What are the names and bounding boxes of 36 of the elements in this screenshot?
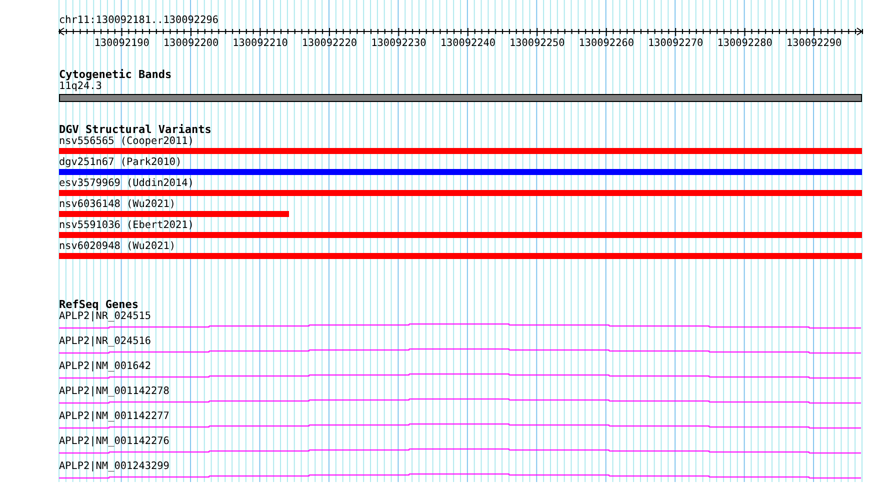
intron-line[interactable] <box>59 474 862 478</box>
variant-label: nsv5591036 (Ebert2021) <box>59 220 194 232</box>
tick-label: 130092240 <box>440 38 496 49</box>
intron-line[interactable] <box>59 398 862 404</box>
transcript-label: APLP2|NR_024515 <box>59 311 152 323</box>
tick-label: 130092290 <box>786 38 842 49</box>
intron-line[interactable] <box>59 448 862 454</box>
tick-label: 130092270 <box>648 38 704 49</box>
variant-label: nsv6036148 (Wu2021) <box>59 199 176 211</box>
tick-label: 130092220 <box>302 38 358 49</box>
variant-label: nsv556565 (Cooper2011) <box>59 136 194 148</box>
tick-label: 130092260 <box>578 38 634 49</box>
transcript-label: APLP2|NM_001142277 <box>59 411 170 423</box>
transcript-label: APLP2|NM_001142278 <box>59 386 170 398</box>
track-title: RefSeq Genes <box>59 299 138 311</box>
location-label: chr11:130092181..130092296 <box>59 15 218 27</box>
band-label: 11q24.3 <box>59 81 102 93</box>
track-title: DGV Structural Variants <box>59 124 212 136</box>
intron-line[interactable] <box>59 324 862 328</box>
intron-line[interactable] <box>59 424 862 428</box>
tick-label: 130092230 <box>371 38 426 49</box>
variant-label: esv3579969 (Uddin2014) <box>59 178 194 190</box>
variant-label: nsv6020948 (Wu2021) <box>59 241 176 253</box>
intron-line[interactable] <box>59 348 862 354</box>
tick-label: 130092280 <box>717 38 772 49</box>
transcript-label: APLP2|NM_001243299 <box>59 461 170 473</box>
tick-label: 130092190 <box>94 38 150 49</box>
transcript-label: APLP2|NM_001642 <box>59 361 152 373</box>
transcript-label: APLP2|NM_001142276 <box>59 436 170 448</box>
variant-label: dgv251n67 (Park2010) <box>59 157 182 169</box>
intron-line[interactable] <box>59 374 862 378</box>
tick-label: 130092200 <box>163 38 219 49</box>
transcript-label: APLP2|NR_024516 <box>59 336 152 348</box>
tick-label: 130092210 <box>232 38 288 49</box>
tick-label: 130092250 <box>510 38 565 49</box>
track-title: Cytogenetic Bands <box>59 69 172 81</box>
